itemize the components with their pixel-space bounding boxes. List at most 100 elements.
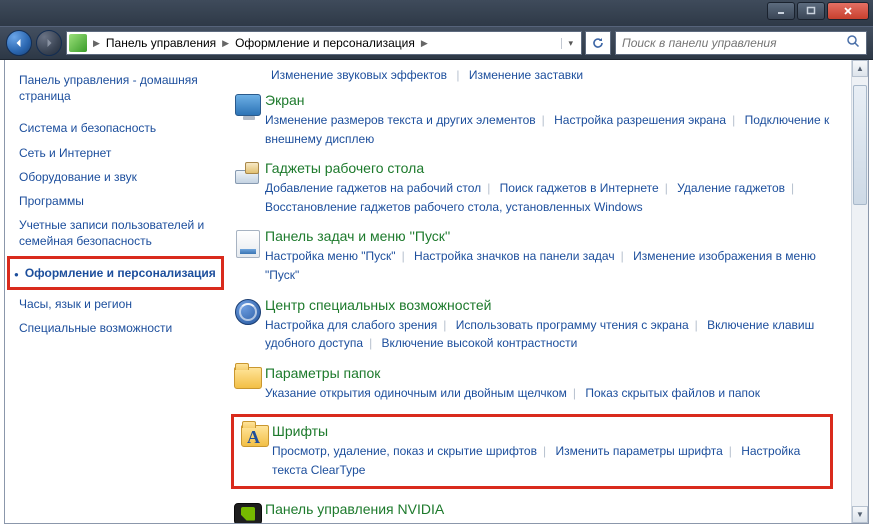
section-title[interactable]: Шрифты: [272, 423, 826, 439]
section-gadgets: Гаджеты рабочего стола Добавление гаджето…: [231, 160, 833, 216]
taskbar-icon: [231, 228, 265, 284]
sidebar-item-current[interactable]: ●Оформление и персонализация: [7, 256, 224, 290]
titlebar: [0, 0, 873, 26]
orphan-links: Изменение звуковых эффектов | Изменение …: [231, 68, 833, 82]
section-title[interactable]: Экран: [265, 92, 833, 108]
refresh-button[interactable]: [585, 31, 611, 55]
control-panel-icon: [69, 34, 87, 52]
ease-icon: [231, 297, 265, 353]
navbar: ▶ Панель управления ▶ Оформление и персо…: [0, 26, 873, 60]
section-link[interactable]: Показ скрытых файлов и папок: [585, 386, 760, 400]
section-links: Изменение размеров текста и других элеме…: [265, 111, 833, 148]
display-icon: [231, 92, 265, 148]
breadcrumb-seg-1[interactable]: Панель управления: [102, 36, 220, 50]
section-link[interactable]: Настройка меню "Пуск": [265, 249, 396, 263]
scroll-down-button[interactable]: ▼: [852, 506, 868, 523]
sidebar-item[interactable]: Специальные возможности: [19, 316, 219, 340]
section-body: Гаджеты рабочего стола Добавление гаджето…: [265, 160, 833, 216]
scroll-track[interactable]: [852, 77, 868, 506]
section-links: Настройка для слабого зрения | Использова…: [265, 316, 833, 353]
sidebar-item[interactable]: Оборудование и звук: [19, 165, 219, 189]
section-fonts: Шрифты Просмотр, удаление, показ и скрыти…: [231, 414, 833, 488]
section-body: Панель задач и меню ''Пуск'' Настройка ме…: [265, 228, 833, 284]
back-button[interactable]: [6, 30, 32, 56]
section-links: Указание открытия одиночным или двойным …: [265, 384, 833, 403]
section-body: Параметры папок Указание открытия одиночн…: [265, 365, 833, 403]
address-dropdown[interactable]: ▾: [561, 38, 579, 49]
close-button[interactable]: [827, 2, 869, 20]
forward-button[interactable]: [36, 30, 62, 56]
separator: |: [456, 68, 459, 82]
window-buttons: [767, 2, 869, 20]
minimize-button[interactable]: [767, 2, 795, 20]
search-icon: [846, 34, 860, 53]
link-screensaver[interactable]: Изменение заставки: [469, 68, 583, 82]
section-taskbar: Панель задач и меню ''Пуск'' Настройка ме…: [231, 228, 833, 284]
separator: |: [695, 318, 698, 332]
link-sound-effects[interactable]: Изменение звуковых эффектов: [271, 68, 447, 82]
chevron-right-icon: ▶: [419, 38, 430, 49]
section-nvidia: Панель управления NVIDIA: [231, 501, 833, 523]
section-folders: Параметры папок Указание открытия одиночн…: [231, 365, 833, 403]
sidebar-item[interactable]: Учетные записи пользователей и семейная …: [19, 213, 219, 253]
separator: |: [621, 249, 624, 263]
sidebar-item[interactable]: Сеть и Интернет: [19, 141, 219, 165]
fonts-icon: [238, 423, 272, 479]
folders-icon: [231, 365, 265, 403]
separator: |: [443, 318, 446, 332]
section-title[interactable]: Параметры папок: [265, 365, 833, 381]
control-panel-window: ▶ Панель управления ▶ Оформление и персо…: [0, 0, 873, 528]
section-link[interactable]: Добавление гаджетов на рабочий стол: [265, 181, 481, 195]
section-link[interactable]: Поиск гаджетов в Интернете: [500, 181, 659, 195]
section-body: Шрифты Просмотр, удаление, показ и скрыти…: [272, 423, 826, 479]
breadcrumb-seg-2[interactable]: Оформление и персонализация: [231, 36, 419, 50]
separator: |: [729, 444, 732, 458]
section-link[interactable]: Настройка значков на панели задач: [414, 249, 615, 263]
section-body: Панель управления NVIDIA: [265, 501, 833, 523]
separator: |: [402, 249, 405, 263]
scroll-thumb[interactable]: [853, 85, 867, 205]
section-title[interactable]: Гаджеты рабочего стола: [265, 160, 833, 176]
section-link[interactable]: Удаление гаджетов: [677, 181, 785, 195]
chevron-right-icon: ▶: [220, 38, 231, 49]
gadgets-icon: [231, 160, 265, 216]
section-ease: Центр специальных возможностей Настройка …: [231, 297, 833, 353]
search-input[interactable]: [622, 36, 846, 50]
sidebar-item[interactable]: Система и безопасность: [19, 116, 219, 140]
separator: |: [487, 181, 490, 195]
section-link[interactable]: Изменение размеров текста и других элеме…: [265, 113, 536, 127]
section-title[interactable]: Панель задач и меню ''Пуск'': [265, 228, 833, 244]
address-bar[interactable]: ▶ Панель управления ▶ Оформление и персо…: [66, 31, 582, 55]
section-link[interactable]: Восстановление гаджетов рабочего стола, …: [265, 200, 643, 214]
maximize-button[interactable]: [797, 2, 825, 20]
section-title[interactable]: Центр специальных возможностей: [265, 297, 833, 313]
chevron-right-icon: ▶: [91, 38, 102, 49]
main-content: Изменение звуковых эффектов | Изменение …: [227, 60, 851, 523]
separator: |: [542, 113, 545, 127]
section-link[interactable]: Изменить параметры шрифта: [555, 444, 722, 458]
section-title[interactable]: Панель управления NVIDIA: [265, 501, 833, 517]
section-links: Добавление гаджетов на рабочий стол | Пои…: [265, 179, 833, 216]
separator: |: [573, 386, 576, 400]
section-body: Центр специальных возможностей Настройка …: [265, 297, 833, 353]
sidebar-home-link[interactable]: Панель управления - домашняя страница: [19, 72, 219, 104]
section-link[interactable]: Настройка для слабого зрения: [265, 318, 437, 332]
section-link[interactable]: Настройка разрешения экрана: [554, 113, 726, 127]
section-display: Экран Изменение размеров текста и других …: [231, 92, 833, 148]
search-box[interactable]: [615, 31, 867, 55]
sidebar: Панель управления - домашняя страница Си…: [5, 60, 227, 523]
content-area: Панель управления - домашняя страница Си…: [4, 60, 869, 524]
vertical-scrollbar[interactable]: ▲ ▼: [851, 60, 868, 523]
section-body: Экран Изменение размеров текста и других …: [265, 92, 833, 148]
section-link[interactable]: Просмотр, удаление, показ и скрытие шриф…: [272, 444, 537, 458]
separator: |: [665, 181, 668, 195]
sidebar-item[interactable]: Программы: [19, 189, 219, 213]
scroll-up-button[interactable]: ▲: [852, 60, 868, 77]
section-link[interactable]: Указание открытия одиночным или двойным …: [265, 386, 567, 400]
separator: |: [369, 336, 372, 350]
section-links: Настройка меню "Пуск" | Настройка значков…: [265, 247, 833, 284]
section-link[interactable]: Включение высокой контрастности: [382, 336, 578, 350]
sidebar-item[interactable]: Часы, язык и регион: [19, 292, 219, 316]
section-link[interactable]: Использовать программу чтения с экрана: [456, 318, 689, 332]
section-links: Просмотр, удаление, показ и скрытие шриф…: [272, 442, 826, 479]
